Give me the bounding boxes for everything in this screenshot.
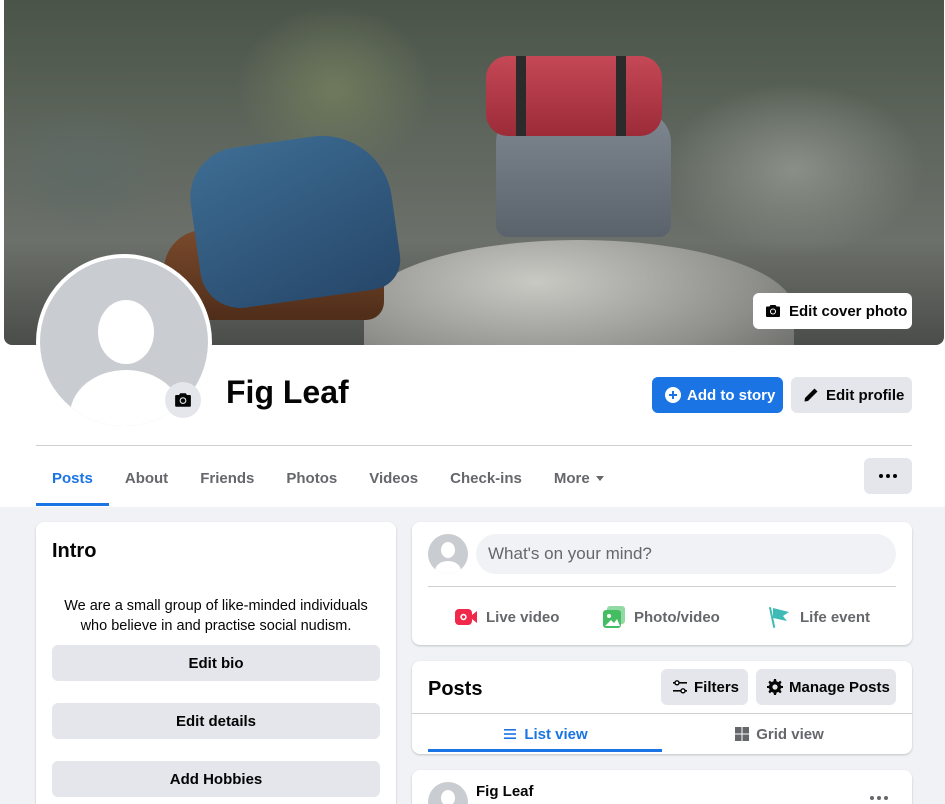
ellipsis-dot [893,474,897,478]
edit-cover-photo-label: Edit cover photo [789,302,908,320]
ellipsis-dot [884,796,888,800]
tab-label: Posts [52,469,93,487]
avatar-body-shape [435,561,461,574]
add-to-story-label: Add to story [687,386,776,404]
filters-button[interactable]: Filters [661,669,748,705]
tab-label: Videos [369,469,419,487]
life-event-label: Life event [800,608,871,626]
cover-rock [364,240,794,345]
avatar-head-shape [441,790,455,804]
cover-sleeping-bag [486,56,662,136]
live-video-button[interactable]: Live video [454,597,559,637]
avatar-head-shape [98,300,154,364]
life-event-button[interactable]: Life event [768,597,870,637]
sliders-icon [673,680,687,694]
list-view-label: List view [524,725,588,743]
post-item: Fig Leaf [412,770,912,804]
posts-section-title: Posts [428,678,483,700]
avatar[interactable] [428,534,468,574]
composer-divider [428,586,896,587]
whats-on-your-mind-input[interactable] [476,534,896,574]
add-hobbies-button[interactable]: Add Hobbies [52,761,380,797]
pencil-icon [804,388,818,402]
photo-video-button[interactable]: Photo/video [602,597,720,637]
post-options-button[interactable] [867,792,891,804]
live-video-label: Live video [486,608,560,626]
profile-header: Edit cover photo Fig Leaf Add to story E… [0,0,945,507]
camera-icon [766,305,780,317]
tab-label: About [124,469,169,487]
intro-card: Intro We are a small group of like-minde… [36,522,396,804]
tab-list-view[interactable]: List view [428,714,662,754]
tab-about[interactable]: About [109,450,184,506]
post-composer: Live video Photo/video Life event [412,522,912,645]
manage-posts-button[interactable]: Manage Posts [756,669,896,705]
tab-label: Friends [200,469,255,487]
intro-bio: We are a small group of like-minded indi… [64,598,368,634]
tab-videos[interactable]: Videos [353,450,434,506]
ellipsis-dot [877,796,881,800]
tab-grid-view[interactable]: Grid view [662,714,896,754]
ellipsis-dot [886,474,890,478]
manage-posts-label: Manage Posts [789,678,890,696]
edit-cover-photo-button[interactable]: Edit cover photo [753,293,912,329]
list-icon [504,729,517,739]
gear-icon [767,679,783,695]
intro-title: Intro [52,540,97,562]
post-author-name[interactable]: Fig Leaf [476,783,534,800]
profile-more-options-button[interactable] [864,458,912,494]
tab-friends[interactable]: Friends [184,450,270,506]
edit-profile-button[interactable]: Edit profile [791,377,912,413]
add-to-story-button[interactable]: Add to story [652,377,783,413]
edit-bio-button[interactable]: Edit bio [52,645,380,681]
cover-blue-backpack [183,126,405,314]
flag-icon [768,607,789,628]
ellipsis-icon [879,474,883,478]
avatar-head-shape [441,542,455,558]
posts-section-card: Posts Filters Manage Posts List view Gri… [412,661,912,754]
caret-down-icon [595,475,604,481]
photo-video-label: Photo/video [634,608,720,626]
tab-posts[interactable]: Posts [36,450,109,506]
plus-circle-icon [665,387,681,403]
tab-label: Photos [286,469,338,487]
header-divider [36,445,912,446]
edit-details-button[interactable]: Edit details [52,703,380,739]
profile-tabs: Posts About Friends Photos Videos Check-… [36,450,620,506]
ellipsis-icon [870,796,874,800]
tab-label: More [553,469,590,487]
tab-label: Check-ins [450,469,522,487]
grid-icon [735,727,750,741]
edit-profile-label: Edit profile [826,386,905,404]
live-video-icon [455,609,477,625]
avatar[interactable] [428,782,468,804]
grid-view-label: Grid view [756,725,824,743]
update-profile-picture-button[interactable] [165,382,201,418]
camera-icon [175,393,191,407]
photo-icon [603,606,625,628]
tab-photos[interactable]: Photos [270,450,353,506]
tab-check-ins[interactable]: Check-ins [434,450,538,506]
filters-label: Filters [694,678,740,696]
profile-name: Fig Leaf [226,374,349,410]
tab-more[interactable]: More [538,450,620,506]
